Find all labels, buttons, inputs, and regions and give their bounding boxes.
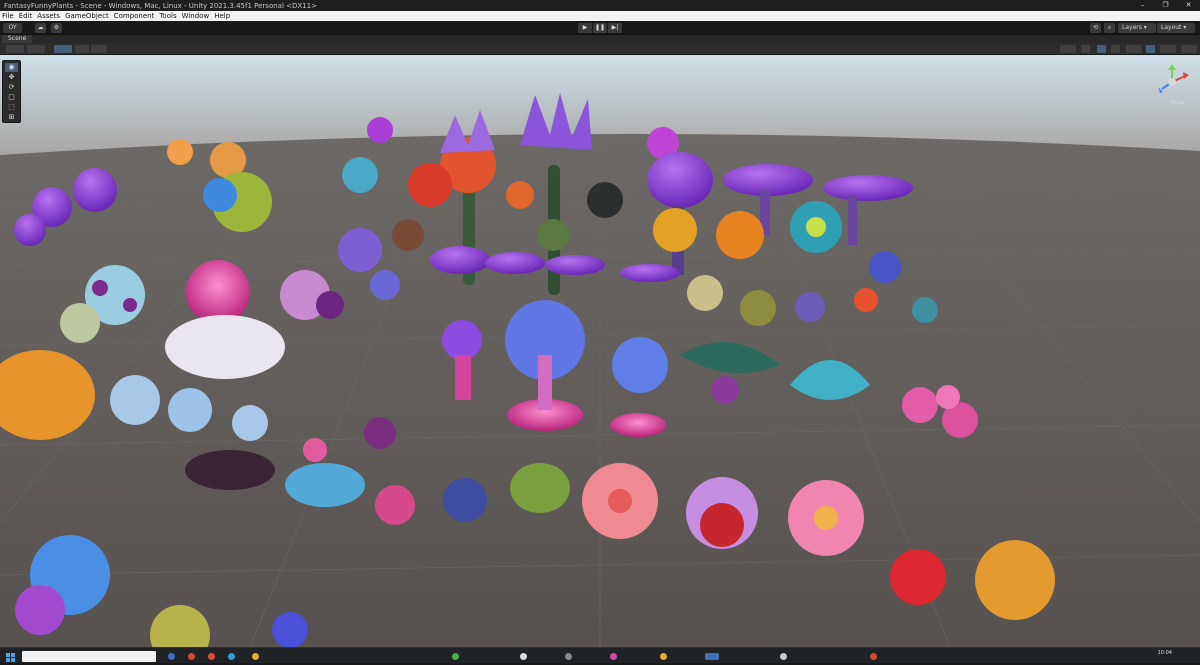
move-icon[interactable]: ✥ — [5, 73, 18, 82]
app-icon-8[interactable] — [565, 653, 572, 660]
step-button[interactable]: ▶| — [608, 23, 622, 33]
lighting-toggle-button[interactable] — [1097, 45, 1106, 53]
clock-time: 10:04 — [1157, 650, 1172, 656]
app-icon-12[interactable] — [870, 653, 877, 660]
hidden-objects-button[interactable] — [1146, 45, 1155, 53]
close-button[interactable]: ✕ — [1177, 0, 1200, 11]
grid-toggle-button[interactable] — [91, 45, 107, 53]
scene-render — [0, 55, 1200, 647]
menu-window[interactable]: Window — [182, 12, 210, 20]
scene-tab-label: Scene — [8, 35, 27, 42]
app-icon-5[interactable] — [252, 653, 259, 660]
scale-icon[interactable]: ▢ — [5, 93, 18, 102]
gizmos-button[interactable] — [1181, 45, 1197, 53]
play-controls: ▶ ❚❚ ▶| — [578, 23, 622, 33]
transform-icon[interactable]: ⊞ — [5, 113, 18, 122]
pause-button[interactable]: ❚❚ — [593, 23, 607, 33]
taskbar-search-input[interactable] — [22, 651, 156, 662]
app-icon-3[interactable] — [208, 653, 215, 660]
menu-component[interactable]: Component — [114, 12, 155, 20]
scene-viewport[interactable] — [0, 55, 1200, 647]
grid-snap-button[interactable] — [54, 45, 72, 53]
draw-mode-button[interactable] — [1060, 45, 1076, 53]
layout-label: Layout — [1161, 24, 1182, 31]
layers-dropdown[interactable]: Layers ▾ — [1118, 23, 1156, 33]
app-icon-2[interactable] — [188, 653, 195, 660]
maximize-button[interactable]: ❐ — [1154, 0, 1177, 11]
main-toolbar: OY ☁ ⚙ ▶ ❚❚ ▶| ⟲ ⌕ Layers ▾ Layout ▾ — [0, 21, 1200, 35]
app-icon-1[interactable] — [168, 653, 175, 660]
2d-toggle-button[interactable] — [1081, 45, 1090, 53]
window-title: FantasyFunnyPlants - Scene - Windows, Ma… — [4, 1, 317, 10]
eye-icon[interactable]: ◉ — [5, 63, 18, 72]
menu-file[interactable]: File — [2, 12, 14, 20]
layout-dropdown[interactable]: Layout ▾ — [1157, 23, 1195, 33]
window-titlebar: FantasyFunnyPlants - Scene - Windows, Ma… — [0, 0, 1200, 11]
layers-label: Layers — [1122, 24, 1142, 31]
play-button[interactable]: ▶ — [578, 23, 592, 33]
unity-taskbar-icon[interactable] — [705, 653, 719, 660]
menu-bar: File Edit Assets GameObject Component To… — [0, 11, 1200, 21]
menu-edit[interactable]: Edit — [19, 12, 33, 20]
projection-label[interactable]: Persp — [1170, 100, 1184, 106]
cloud-icon[interactable]: ☁ — [35, 23, 46, 33]
scene-view-toolbar — [0, 43, 1200, 55]
taskbar-clock[interactable]: 10:04 — [1158, 650, 1172, 656]
audio-toggle-button[interactable] — [1111, 45, 1120, 53]
rect-icon[interactable]: ⬚ — [5, 103, 18, 112]
os-taskbar: 10:04 — [0, 647, 1200, 663]
app-icon-10[interactable] — [660, 653, 667, 660]
app-icon-6[interactable] — [452, 653, 459, 660]
account-button[interactable]: OY — [3, 23, 22, 33]
scene-tool-panel: ◉ ✥ ⟳ ▢ ⬚ ⊞ — [2, 60, 21, 123]
minimize-button[interactable]: – — [1131, 0, 1154, 11]
effects-button[interactable] — [1126, 45, 1142, 53]
search-icon[interactable]: ⌕ — [1104, 23, 1115, 33]
window-controls: – ❐ ✕ — [1131, 0, 1200, 11]
camera-settings-button[interactable] — [1160, 45, 1176, 53]
handle-position-button[interactable] — [6, 45, 24, 53]
rotate-icon[interactable]: ⟳ — [5, 83, 18, 92]
menu-assets[interactable]: Assets — [37, 12, 60, 20]
snap-increment-button[interactable] — [75, 45, 89, 53]
tab-scene[interactable]: Scene — [2, 35, 33, 43]
app-icon-11[interactable] — [780, 653, 787, 660]
history-icon[interactable]: ⟲ — [1090, 23, 1101, 33]
pivot-rotation-button[interactable] — [27, 45, 45, 53]
app-icon-7[interactable] — [520, 653, 527, 660]
app-icon-9[interactable] — [610, 653, 617, 660]
collab-icon[interactable]: ⚙ — [51, 23, 62, 33]
scene-tabbar: Scene — [0, 35, 1200, 43]
windows-start-icon[interactable] — [6, 652, 15, 662]
menu-gameobject[interactable]: GameObject — [65, 12, 109, 20]
menu-help[interactable]: Help — [214, 12, 230, 20]
app-icon-4[interactable] — [228, 653, 235, 660]
menu-tools[interactable]: Tools — [159, 12, 176, 20]
